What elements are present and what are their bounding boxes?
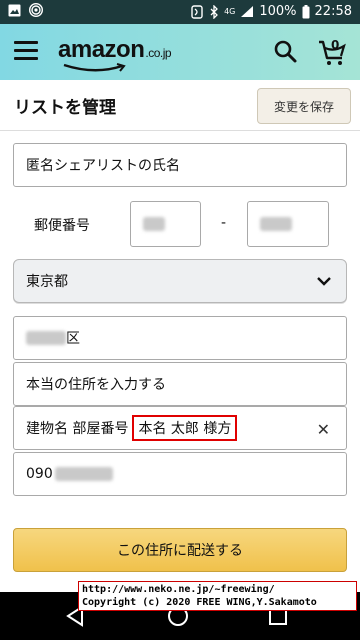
copyright-watermark: http://www.neko.ne.jp/~freewing/ Copyrig… <box>78 581 357 611</box>
redacted-zip-second <box>260 217 292 231</box>
chevron-down-icon <box>317 277 331 286</box>
building-placeholder: 建物名 部屋番号 <box>26 421 129 437</box>
building-field[interactable]: 建物名 部屋番号 本名 太郎 様方 ✕ <box>13 406 347 450</box>
redacted-city <box>26 331 66 345</box>
phone-prefix: 090 <box>26 466 53 482</box>
logo-text: amazon <box>58 36 145 63</box>
name-field[interactable]: 匿名シェアリストの氏名 <box>13 143 347 187</box>
zip-first-field[interactable] <box>130 201 201 247</box>
battery-icon <box>302 4 310 18</box>
city-field[interactable]: 区 <box>13 316 347 360</box>
network-type: 4G <box>224 7 236 16</box>
city-suffix: 区 <box>66 331 80 347</box>
signal-icon <box>241 6 254 17</box>
status-bar: 4G 100% 22:58 <box>0 0 360 24</box>
menu-icon[interactable] <box>14 41 38 63</box>
zip-separator: - <box>221 215 227 231</box>
nfc-icon <box>191 4 203 19</box>
phone-field[interactable]: 090 <box>13 452 347 496</box>
hotspot-icon <box>29 3 43 17</box>
address-field[interactable]: 本当の住所を入力する <box>13 362 347 406</box>
zip-label: 郵便番号 <box>34 218 90 234</box>
zip-second-field[interactable] <box>247 201 329 247</box>
clock: 22:58 <box>314 4 352 19</box>
prefecture-select[interactable]: 東京都 <box>13 259 347 303</box>
redacted-zip-first <box>143 217 165 231</box>
svg-text:0: 0 <box>331 38 339 52</box>
image-icon <box>8 4 21 16</box>
logo-suffix: .co.jp <box>145 46 172 60</box>
bluetooth-icon <box>210 4 218 19</box>
search-icon[interactable] <box>272 38 300 66</box>
app-bar: amazon.co.jp 0 <box>0 24 360 80</box>
watermark-url: http://www.neko.ne.jp/~freewing/ <box>82 584 275 595</box>
battery-percent: 100% <box>259 4 297 19</box>
logo-smile-icon <box>63 63 126 72</box>
deliver-to-this-address-button[interactable]: この住所に配送する <box>13 528 347 572</box>
page-title: リストを管理 <box>14 98 116 118</box>
prefecture-value: 東京都 <box>26 274 68 290</box>
amazon-logo[interactable]: amazon.co.jp <box>58 36 172 72</box>
highlighted-name: 本名 太郎 様方 <box>132 415 238 441</box>
header-divider <box>0 130 360 131</box>
save-changes-button[interactable]: 変更を保存 <box>257 88 351 124</box>
watermark-copyright: Copyright (c) 2020 FREE WING,Y.Sakamoto <box>82 597 317 608</box>
clear-icon[interactable]: ✕ <box>317 420 330 439</box>
redacted-phone <box>54 467 113 481</box>
cart-icon[interactable]: 0 <box>316 36 348 68</box>
page-header: リストを管理 変更を保存 <box>0 80 360 130</box>
